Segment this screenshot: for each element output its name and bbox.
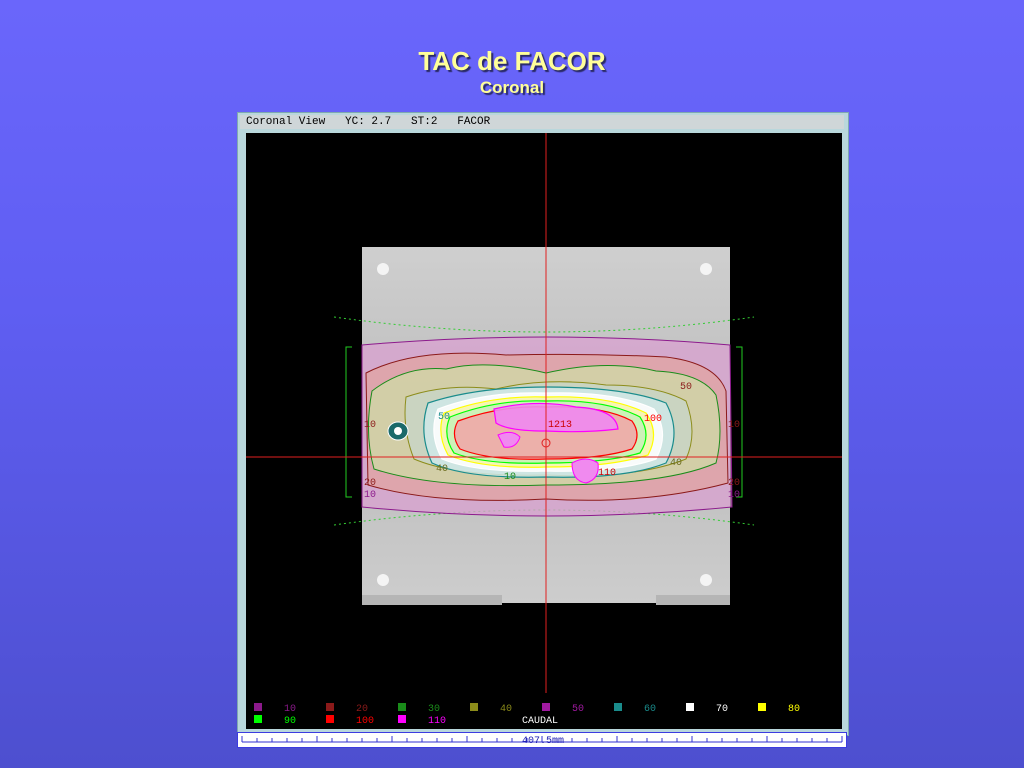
viewer-header: Coronal View YC: 2.7 ST:2 FACOR bbox=[240, 115, 844, 129]
contour-label: 10 bbox=[364, 420, 376, 431]
legend-swatch bbox=[398, 703, 406, 711]
field-bracket-left bbox=[345, 346, 352, 498]
contour-label: 50 bbox=[438, 412, 450, 423]
contour-label: 110 bbox=[598, 468, 616, 479]
coronal-viewer-window: Coronal View YC: 2.7 ST:2 FACOR 50 50 10… bbox=[237, 112, 849, 736]
legend-label: 40 bbox=[500, 704, 512, 715]
phantom-edge bbox=[362, 595, 502, 605]
legend-label: 60 bbox=[644, 704, 656, 715]
legend-label: 10 bbox=[284, 704, 296, 715]
legend-swatch bbox=[614, 703, 622, 711]
slide-subtitle: Coronal bbox=[479, 78, 545, 97]
legend-label: 110 bbox=[428, 716, 446, 727]
dose-distribution-image[interactable]: 50 50 100 10 10 1213 40 40 110 20 20 10 … bbox=[246, 133, 842, 729]
orientation-label: CAUDAL bbox=[522, 716, 558, 727]
contour-label: 40 bbox=[670, 458, 682, 469]
contour-label: 10 bbox=[728, 420, 740, 431]
legend-swatch bbox=[326, 703, 334, 711]
left-hotspot-core bbox=[394, 427, 402, 435]
contour-label: 50 bbox=[680, 382, 692, 393]
marker-dot bbox=[700, 574, 712, 586]
phantom-edge bbox=[656, 595, 730, 605]
legend-label: 100 bbox=[356, 716, 374, 727]
image-canvas[interactable]: 50 50 100 10 10 1213 40 40 110 20 20 10 … bbox=[246, 133, 842, 729]
legend-swatch bbox=[686, 703, 694, 711]
legend-label: 80 bbox=[788, 704, 800, 715]
slide-title: TAC de FACOR bbox=[418, 46, 606, 76]
contour-label: 1213 bbox=[548, 420, 572, 431]
legend-swatch bbox=[398, 715, 406, 723]
marker-dot bbox=[700, 263, 712, 275]
contour-label: 10 bbox=[728, 490, 740, 501]
legend-swatch bbox=[470, 703, 478, 711]
legend-swatch bbox=[758, 703, 766, 711]
contour-label: 20 bbox=[364, 478, 376, 489]
marker-dot bbox=[377, 263, 389, 275]
legend-label: 30 bbox=[428, 704, 440, 715]
contour-label: 20 bbox=[728, 478, 740, 489]
legend-label: 50 bbox=[572, 704, 584, 715]
marker-dot bbox=[377, 574, 389, 586]
legend-swatch bbox=[542, 703, 550, 711]
contour-label: 10 bbox=[364, 490, 376, 501]
scale-bar: 407.5mm bbox=[237, 732, 847, 748]
legend-label: 90 bbox=[284, 716, 296, 727]
contour-label: 100 bbox=[644, 414, 662, 425]
legend-label: 20 bbox=[356, 704, 368, 715]
legend-swatch bbox=[254, 715, 262, 723]
contour-label: 10 bbox=[504, 472, 516, 483]
legend-swatch bbox=[326, 715, 334, 723]
contour-label: 40 bbox=[436, 464, 448, 475]
legend-label: 70 bbox=[716, 704, 728, 715]
legend-swatch bbox=[254, 703, 262, 711]
scale-label: 407.5mm bbox=[521, 736, 564, 747]
